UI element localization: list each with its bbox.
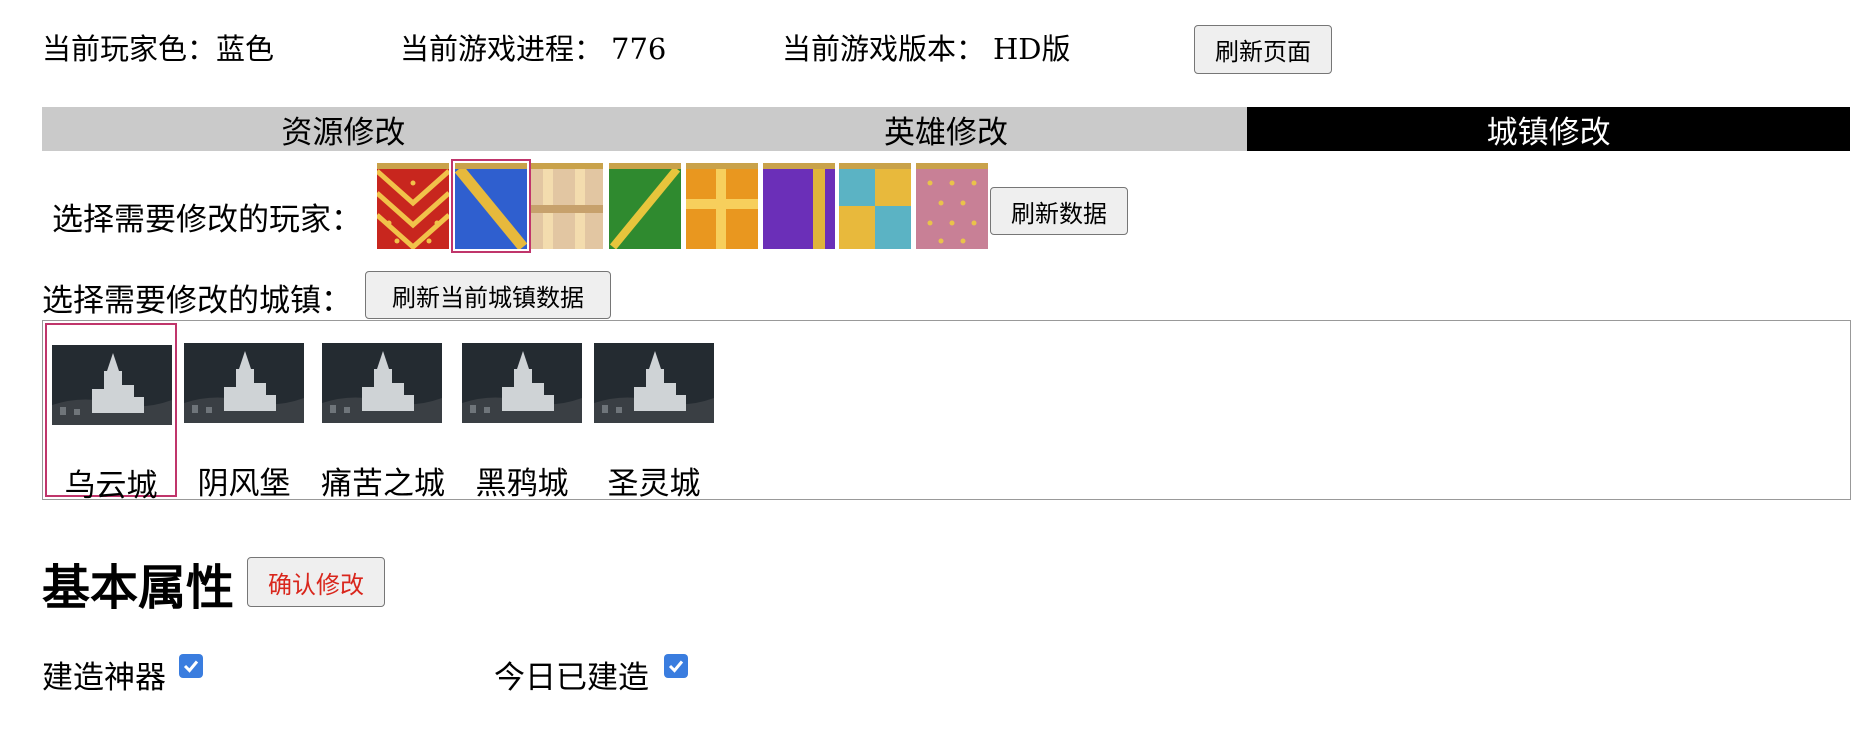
version-label: 当前游戏版本： — [782, 32, 986, 66]
refresh-data-button[interactable]: 刷新数据 — [990, 187, 1128, 235]
tab-resources[interactable]: 资源修改 — [42, 107, 645, 151]
red-flag-icon — [377, 163, 449, 249]
tab-towns[interactable]: 城镇修改 — [1247, 107, 1851, 151]
town-name: 黑鸦城 — [475, 466, 569, 502]
pink-flag-icon — [916, 163, 988, 249]
player-flag-orange[interactable] — [686, 163, 758, 249]
player-flag-blue[interactable] — [451, 159, 531, 253]
game-version-status: 当前游戏版本： HD版 — [782, 26, 1071, 68]
town-castle-image — [52, 345, 172, 425]
town-list: 乌云城 阴风堡 痛苦之城 黑鸦城 圣灵城 — [42, 320, 1851, 504]
town-item[interactable]: 痛苦之城 — [311, 323, 455, 502]
player-color-label: 当前玩家色： — [42, 32, 217, 66]
basic-attributes-heading: 基本属性 — [42, 560, 235, 616]
player-select-label: 选择需要修改的玩家： — [52, 202, 362, 238]
town-item[interactable]: 圣灵城 — [589, 323, 719, 502]
player-color-value: 蓝色 — [216, 32, 275, 66]
built-today-checkbox[interactable] — [664, 654, 688, 678]
town-name: 圣灵城 — [607, 466, 701, 502]
town-castle-image — [594, 343, 714, 423]
build-artifact-checkbox[interactable] — [179, 654, 203, 678]
built-today-label: 今日已建造 — [494, 660, 649, 696]
blue-flag-icon — [455, 163, 527, 249]
town-castle-image — [184, 343, 304, 423]
town-castle-image — [322, 343, 442, 423]
refresh-town-data-button[interactable]: 刷新当前城镇数据 — [365, 271, 611, 319]
player-flag-green[interactable] — [609, 163, 681, 249]
town-castle-image — [462, 343, 582, 423]
player-flag-pink[interactable] — [916, 163, 988, 249]
town-item[interactable]: 黑鸦城 — [457, 323, 587, 502]
confirm-modify-button[interactable]: 确认修改 — [247, 557, 385, 607]
town-item[interactable]: 阴风堡 — [179, 323, 309, 502]
teal-flag-icon — [839, 163, 911, 249]
tab-heroes[interactable]: 英雄修改 — [645, 107, 1248, 151]
build-artifact-label: 建造神器 — [42, 660, 166, 696]
tab-bar: 资源修改 英雄修改 城镇修改 — [42, 107, 1851, 151]
game-progress-status: 当前游戏进程： 776 — [400, 26, 666, 68]
town-item[interactable]: 乌云城 — [45, 323, 177, 504]
purple-flag-icon — [763, 163, 835, 249]
refresh-page-button[interactable]: 刷新页面 — [1194, 25, 1332, 74]
town-name: 阴风堡 — [197, 466, 291, 502]
town-name: 乌云城 — [64, 468, 158, 504]
town-name: 痛苦之城 — [321, 466, 445, 502]
green-flag-icon — [609, 163, 681, 249]
version-value: HD版 — [993, 32, 1071, 66]
tan-flag-icon — [531, 163, 603, 249]
player-color-status: 当前玩家色：蓝色 — [42, 26, 274, 68]
orange-flag-icon — [686, 163, 758, 249]
checkmark-icon — [183, 660, 199, 673]
player-flag-red[interactable] — [377, 163, 449, 249]
progress-value: 776 — [611, 32, 667, 66]
player-flag-teal[interactable] — [839, 163, 911, 249]
checkmark-icon — [668, 660, 684, 673]
player-flag-purple[interactable] — [763, 163, 835, 249]
player-flag-tan[interactable] — [531, 163, 603, 249]
progress-label: 当前游戏进程： — [400, 32, 604, 66]
town-select-label: 选择需要修改的城镇： — [42, 283, 352, 319]
